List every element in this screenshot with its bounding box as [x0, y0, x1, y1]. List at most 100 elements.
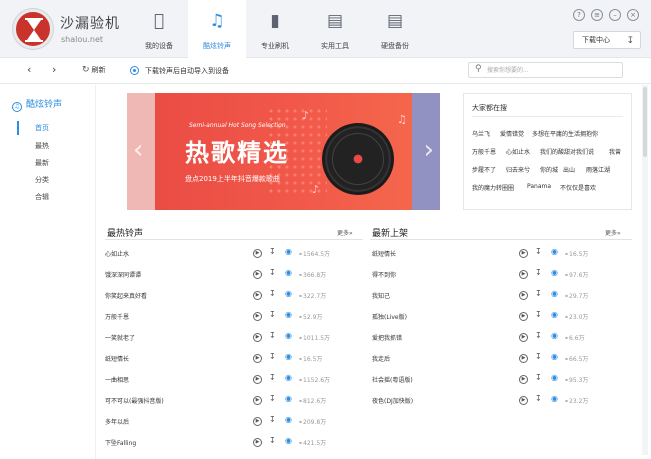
tab-my-device[interactable]:  我的设备	[130, 0, 188, 58]
list-item[interactable]: 我走后 ▶ ↧ ◉ ⚭66.5万	[372, 350, 599, 368]
download-icon[interactable]: ↧	[535, 310, 542, 319]
play-icon[interactable]: ▶	[519, 375, 528, 384]
sidebar-item-new[interactable]: 最新	[35, 158, 49, 168]
list-item[interactable]: 社会摇(粤语版) ▶ ↧ ◉ ⚭95.3万	[372, 371, 599, 389]
set-ringtone-bell-icon[interactable]: ◉	[551, 331, 558, 340]
carousel-next-icon[interactable]: ›	[424, 135, 434, 165]
play-icon[interactable]: ▶	[253, 291, 262, 300]
list-item[interactable]: 心如止水 ▶ ↧ ◉ ⚭1564.5万	[105, 245, 333, 263]
set-ringtone-bell-icon[interactable]: ◉	[551, 373, 558, 382]
download-icon[interactable]: ↧	[535, 331, 542, 340]
sidebar-item-home[interactable]: 首页	[35, 123, 49, 133]
trending-tag[interactable]: 雨落江湖	[586, 165, 610, 174]
set-ringtone-bell-icon[interactable]: ◉	[285, 394, 292, 403]
tab-disk-backup[interactable]: ▤ 硬盘备份	[366, 0, 424, 58]
download-icon[interactable]: ↧	[269, 310, 276, 319]
list-item[interactable]: 纸短情长 ▶ ↧ ◉ ⚭16.5万	[372, 245, 599, 263]
forward-icon[interactable]: ›	[52, 63, 56, 76]
download-icon[interactable]: ↧	[269, 331, 276, 340]
new-list-more-link[interactable]: 更多»	[605, 228, 621, 237]
play-icon[interactable]: ▶	[519, 333, 528, 342]
download-icon[interactable]: ↧	[269, 268, 276, 277]
hot-list-more-link[interactable]: 更多»	[337, 228, 353, 237]
trending-tag[interactable]: 多想在平庸的生活拥抱你	[532, 129, 598, 138]
set-ringtone-bell-icon[interactable]: ◉	[285, 373, 292, 382]
play-icon[interactable]: ▶	[519, 354, 528, 363]
close-icon[interactable]: ×	[627, 9, 639, 21]
download-icon[interactable]: ↧	[535, 289, 542, 298]
play-icon[interactable]: ▶	[519, 396, 528, 405]
trending-tag[interactable]: 心如止水	[506, 147, 530, 156]
list-item[interactable]: 得不到你 ▶ ↧ ◉ ⚭97.6万	[372, 266, 599, 284]
play-icon[interactable]: ▶	[519, 312, 528, 321]
list-item[interactable]: 夜色(DJ加快版) ▶ ↧ ◉ ⚭23.2万	[372, 392, 599, 410]
list-item[interactable]: 多年以后 ▶ ↧ ◉ ⚭209.8万	[105, 413, 333, 431]
list-item[interactable]: 一曲相思 ▶ ↧ ◉ ⚭1152.6万	[105, 371, 333, 389]
download-center-button[interactable]: 下载中心 ↧	[573, 31, 641, 49]
play-icon[interactable]: ▶	[253, 438, 262, 447]
list-item[interactable]: 爱把我抓错 ▶ ↧ ◉ ⚭6.6万	[372, 329, 599, 347]
play-icon[interactable]: ▶	[253, 417, 262, 426]
minimize-icon[interactable]: –	[609, 9, 621, 21]
menu-icon[interactable]: ≡	[591, 9, 603, 21]
list-item[interactable]: 孤独(Live版) ▶ ↧ ◉ ⚭23.0万	[372, 308, 599, 326]
play-icon[interactable]: ▶	[253, 312, 262, 321]
download-icon[interactable]: ↧	[535, 268, 542, 277]
trending-tag[interactable]: 我们的酸甜对我们说	[540, 147, 594, 156]
set-ringtone-bell-icon[interactable]: ◉	[285, 310, 292, 319]
set-ringtone-bell-icon[interactable]: ◉	[551, 247, 558, 256]
trending-tag[interactable]: 我曾	[609, 147, 621, 156]
sidebar-item-collection[interactable]: 合辑	[35, 192, 49, 202]
set-ringtone-bell-icon[interactable]: ◉	[551, 394, 558, 403]
list-item[interactable]: 下坠Falling ▶ ↧ ◉ ⚭421.5万	[105, 434, 333, 452]
download-icon[interactable]: ↧	[269, 289, 276, 298]
play-icon[interactable]: ▶	[253, 375, 262, 384]
download-icon[interactable]: ↧	[269, 352, 276, 361]
play-icon[interactable]: ▶	[253, 333, 262, 342]
play-icon[interactable]: ▶	[253, 249, 262, 258]
search-input[interactable]	[487, 65, 617, 75]
play-icon[interactable]: ▶	[519, 270, 528, 279]
tab-flash[interactable]: ▮ 专业刷机	[246, 0, 304, 58]
trending-tag[interactable]: 出山	[563, 165, 575, 174]
back-icon[interactable]: ‹	[27, 63, 31, 76]
trending-tag[interactable]: 爱情错觉	[500, 129, 524, 138]
download-icon[interactable]: ↧	[269, 436, 276, 445]
help-icon[interactable]: ?	[573, 9, 585, 21]
download-icon[interactable]: ↧	[269, 394, 276, 403]
trending-tag[interactable]: 你的城	[540, 165, 558, 174]
trending-tag[interactable]: 不仅仅是喜欢	[560, 183, 596, 192]
trending-tag[interactable]: 万般千恩	[472, 147, 496, 156]
auto-import-radio[interactable]	[130, 66, 139, 75]
play-icon[interactable]: ▶	[253, 270, 262, 279]
download-icon[interactable]: ↧	[269, 415, 276, 424]
list-item[interactable]: 可不可以(最强抖音版) ▶ ↧ ◉ ⚭812.6万	[105, 392, 333, 410]
download-icon[interactable]: ↧	[269, 247, 276, 256]
set-ringtone-bell-icon[interactable]: ◉	[285, 268, 292, 277]
scrollbar-thumb[interactable]	[643, 87, 647, 157]
download-icon[interactable]: ↧	[535, 373, 542, 382]
list-item[interactable]: 饿深深同谭谭 ▶ ↧ ◉ ⚭366.8万	[105, 266, 333, 284]
play-icon[interactable]: ▶	[519, 249, 528, 258]
list-item[interactable]: 万般千恩 ▶ ↧ ◉ ⚭52.9万	[105, 308, 333, 326]
download-icon[interactable]: ↧	[535, 394, 542, 403]
set-ringtone-bell-icon[interactable]: ◉	[285, 352, 292, 361]
tab-ringtones[interactable]: ♫ 酷炫铃声	[188, 0, 246, 58]
download-icon[interactable]: ↧	[535, 352, 542, 361]
trending-tag[interactable]: 我的魔力转圈圈	[472, 183, 514, 192]
list-item[interactable]: 我知己 ▶ ↧ ◉ ⚭29.7万	[372, 287, 599, 305]
refresh-button[interactable]: ↻ 刷新	[82, 65, 106, 75]
set-ringtone-bell-icon[interactable]: ◉	[285, 247, 292, 256]
trending-tag[interactable]: 归去来兮	[506, 165, 530, 174]
download-icon[interactable]: ↧	[535, 247, 542, 256]
play-icon[interactable]: ▶	[519, 291, 528, 300]
set-ringtone-bell-icon[interactable]: ◉	[285, 415, 292, 424]
play-icon[interactable]: ▶	[253, 396, 262, 405]
download-icon[interactable]: ↧	[269, 373, 276, 382]
list-item[interactable]: 你笑起来真好看 ▶ ↧ ◉ ⚭322.7万	[105, 287, 333, 305]
trending-tag[interactable]: Panama	[527, 183, 551, 190]
scrollbar[interactable]	[642, 85, 648, 455]
sidebar-item-category[interactable]: 分类	[35, 175, 49, 185]
set-ringtone-bell-icon[interactable]: ◉	[285, 436, 292, 445]
set-ringtone-bell-icon[interactable]: ◉	[285, 289, 292, 298]
